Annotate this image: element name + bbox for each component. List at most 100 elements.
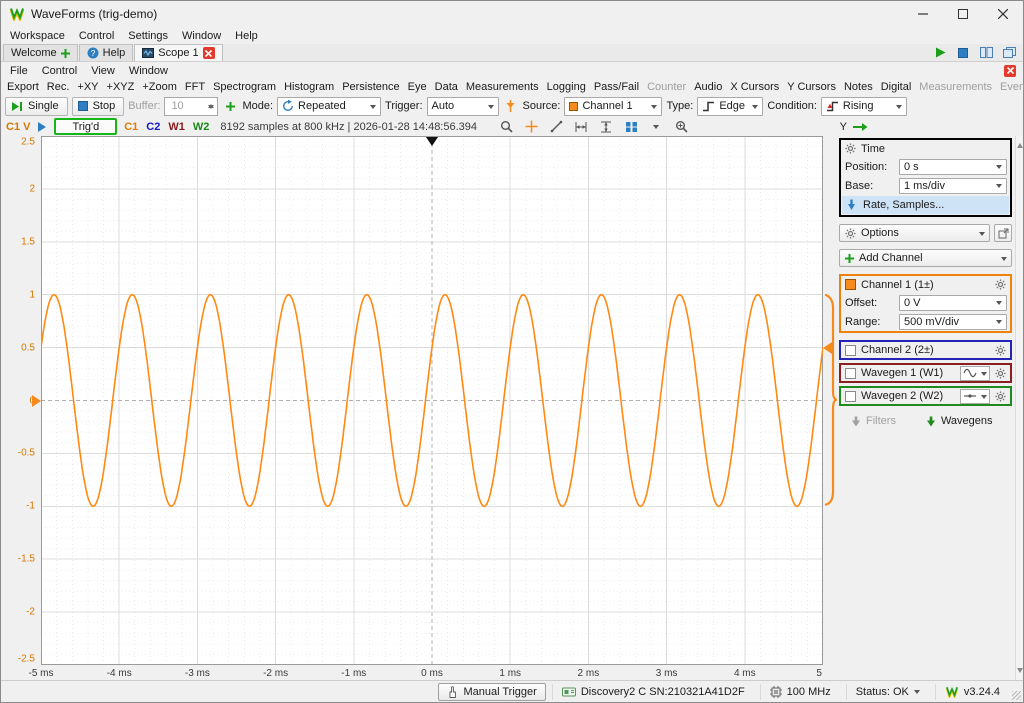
view-logging[interactable]: Logging <box>543 81 590 93</box>
zoom-in-button[interactable] <box>673 119 689 135</box>
add-acquisition-button[interactable] <box>222 98 238 114</box>
close-instrument-button[interactable] <box>1004 65 1016 77</box>
scope-menu-window[interactable]: Window <box>122 64 175 78</box>
menu-help[interactable]: Help <box>228 29 265 43</box>
channel2-checkbox[interactable] <box>845 345 856 356</box>
channel-badge-c2[interactable]: C2 <box>146 121 160 133</box>
spin-down-icon[interactable] <box>208 105 214 112</box>
view-export[interactable]: Export <box>3 81 43 93</box>
manual-trigger-button[interactable]: Manual Trigger <box>438 683 545 701</box>
scroll-up-icon[interactable] <box>1017 140 1023 148</box>
scroll-down-icon[interactable] <box>1017 668 1023 676</box>
single-button[interactable]: Single <box>5 97 68 116</box>
close-button[interactable] <box>983 1 1023 27</box>
wavegens-dropdown[interactable]: Wavegens <box>926 415 993 427</box>
wavegen2-checkbox[interactable] <box>845 391 856 402</box>
tile-windows-button[interactable] <box>978 45 994 61</box>
wavegen1-shape-dropdown[interactable] <box>960 366 990 381</box>
titlebar[interactable]: WaveForms (trig-demo) <box>1 1 1023 27</box>
measure-menu-button[interactable] <box>648 119 664 135</box>
scope-plot-area[interactable]: 2.521.510.50-0.5-1-1.5-2-2.5 -5 ms-4 ms-… <box>1 136 837 680</box>
rate-samples-button[interactable]: Rate, Samples... <box>842 196 1009 214</box>
scope-menu-view[interactable]: View <box>84 64 122 78</box>
device-selector[interactable]: Discovery2 C SN:210321A41D2F <box>552 684 754 700</box>
menu-settings[interactable]: Settings <box>121 29 175 43</box>
type-dropdown[interactable]: Edge <box>697 97 763 116</box>
options-popout-button[interactable] <box>994 224 1012 242</box>
view-digital[interactable]: Digital <box>877 81 916 93</box>
cascade-windows-button[interactable] <box>1001 45 1017 61</box>
menu-window[interactable]: Window <box>175 29 228 43</box>
stop-all-button[interactable] <box>955 45 971 61</box>
clock-indicator[interactable]: 100 MHz <box>760 684 840 700</box>
scope-grid-canvas[interactable] <box>41 136 823 665</box>
wavegen2-bar[interactable]: Wavegen 2 (W2) <box>839 386 1012 406</box>
condition-dropdown[interactable]: Rising <box>821 97 907 116</box>
wavegen1-bar[interactable]: Wavegen 1 (W1) <box>839 363 1012 383</box>
slope-measure-button[interactable] <box>548 119 564 135</box>
wavegen1-checkbox[interactable] <box>845 368 856 379</box>
cursor-crosshair-button[interactable] <box>523 119 539 135</box>
maximize-button[interactable] <box>943 1 983 27</box>
add-channel-dropdown[interactable]: Add Channel <box>839 249 1012 267</box>
mode-dropdown[interactable]: Repeated <box>277 97 381 116</box>
trigger-position-marker[interactable] <box>426 137 438 146</box>
gear-icon[interactable] <box>995 279 1006 290</box>
scope-menu-control[interactable]: Control <box>35 64 84 78</box>
zoom-fit-button[interactable] <box>498 119 514 135</box>
stop-button[interactable]: Stop <box>72 97 125 116</box>
menu-workspace[interactable]: Workspace <box>3 29 72 43</box>
view-xyz[interactable]: +XYZ <box>103 81 139 93</box>
view-rec[interactable]: Rec. <box>43 81 74 93</box>
tab-welcome[interactable]: Welcome <box>3 44 78 61</box>
channel1-offset-dropdown[interactable]: 0 V <box>899 295 1007 311</box>
channel2-bar[interactable]: Channel 2 (2±) <box>839 340 1012 360</box>
channel1-range-bracket[interactable] <box>824 294 838 508</box>
view-fft[interactable]: FFT <box>181 81 209 93</box>
time-base-dropdown[interactable]: 1 ms/div <box>899 178 1007 194</box>
view-eye[interactable]: Eye <box>404 81 431 93</box>
channel1-range-dropdown[interactable]: 500 mV/div <box>899 314 1007 330</box>
options-dropdown[interactable]: Options <box>839 224 990 242</box>
minimize-button[interactable] <box>903 1 943 27</box>
view-spectrogram[interactable]: Spectrogram <box>209 81 280 93</box>
view-persistence[interactable]: Persistence <box>338 81 403 93</box>
sidebar-scrollbar[interactable] <box>1015 136 1023 680</box>
tab-scope-1[interactable]: Scope 1 <box>134 44 222 61</box>
channel-badge-w1[interactable]: W1 <box>168 121 185 133</box>
channel-badge-w2[interactable]: W2 <box>193 121 210 133</box>
channel1-offset-marker[interactable] <box>32 395 41 407</box>
view-x-cursors[interactable]: X Cursors <box>726 81 783 93</box>
source-dropdown[interactable]: Channel 1 <box>564 97 662 116</box>
view-audio[interactable]: Audio <box>690 81 726 93</box>
resize-grip[interactable] <box>1012 691 1021 700</box>
buffer-spinner[interactable]: 10 <box>164 97 218 116</box>
status-indicator[interactable]: Status: OK <box>846 684 929 700</box>
vertical-measure-button[interactable] <box>598 119 614 135</box>
run-all-button[interactable] <box>932 45 948 61</box>
view-notes[interactable]: Notes <box>840 81 877 93</box>
wavegen2-shape-dropdown[interactable] <box>960 389 990 404</box>
gear-icon[interactable] <box>995 345 1006 356</box>
trigger-mode-dropdown[interactable]: Auto <box>427 97 499 116</box>
tab-close-icon[interactable] <box>203 47 215 59</box>
plot-canvas[interactable] <box>41 136 823 665</box>
view-xy[interactable]: +XY <box>73 81 102 93</box>
gear-icon[interactable] <box>995 391 1006 402</box>
view-data[interactable]: Data <box>431 81 462 93</box>
scope-menu-file[interactable]: File <box>3 64 35 78</box>
gear-icon[interactable] <box>995 368 1006 379</box>
time-position-dropdown[interactable]: 0 s <box>899 159 1007 175</box>
view-pass-fail[interactable]: Pass/Fail <box>590 81 643 93</box>
horizontal-measure-button[interactable] <box>573 119 589 135</box>
view-histogram[interactable]: Histogram <box>280 81 338 93</box>
y-axis-control[interactable]: Y <box>840 121 868 133</box>
channel1-checkbox[interactable] <box>845 279 856 290</box>
quick-measure-button[interactable] <box>623 119 639 135</box>
view-zoom[interactable]: +Zoom <box>138 81 181 93</box>
tab-help[interactable]: ? Help <box>79 44 134 61</box>
menu-control[interactable]: Control <box>72 29 121 43</box>
channel-badge-c1[interactable]: C1 <box>124 121 138 133</box>
view-measurements[interactable]: Measurements <box>462 81 543 93</box>
view-y-cursors[interactable]: Y Cursors <box>783 81 840 93</box>
